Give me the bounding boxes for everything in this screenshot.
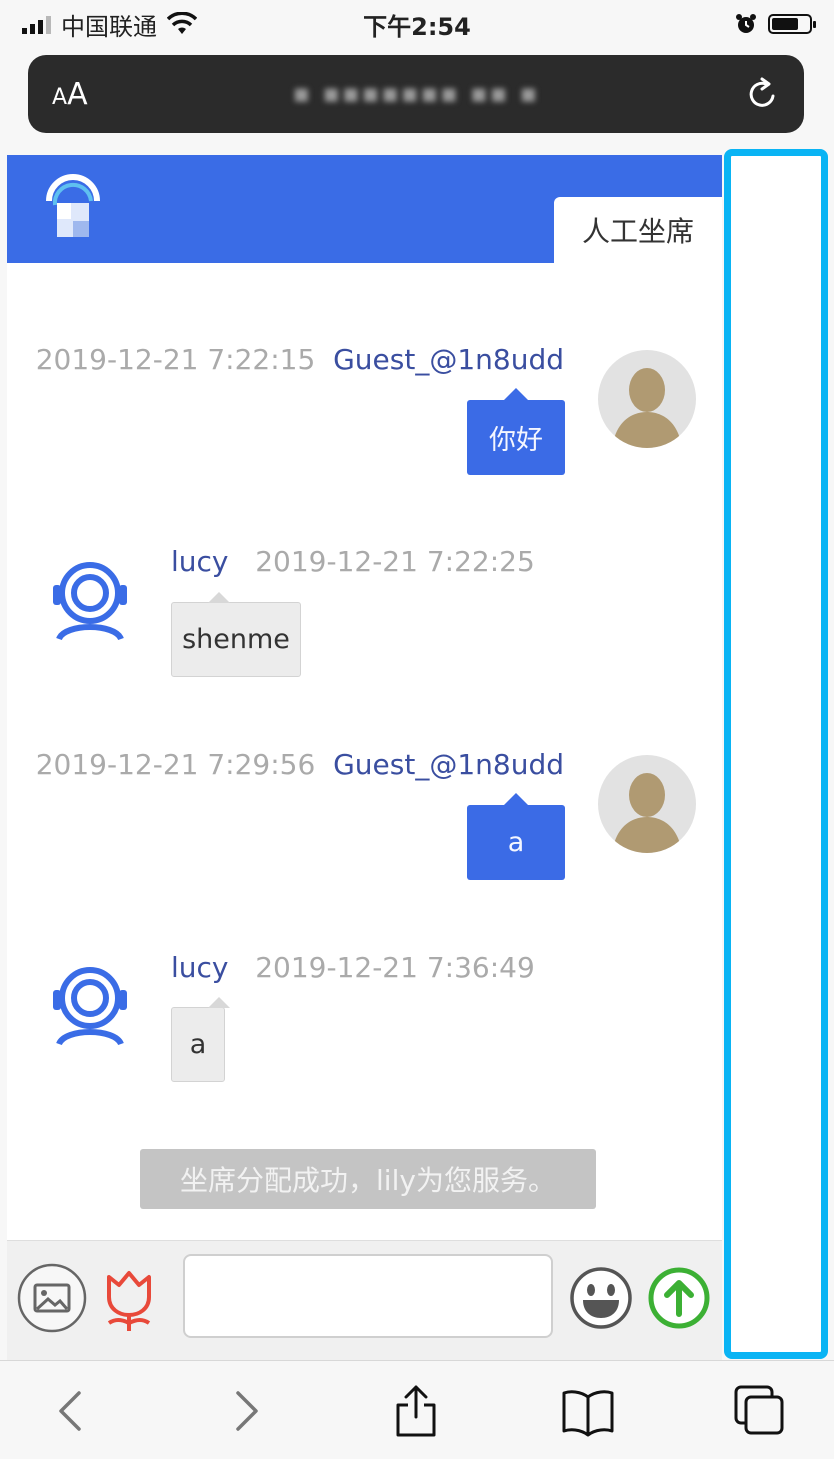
message-sender: Guest_@1n8udd [333, 343, 564, 376]
battery-icon [768, 14, 816, 34]
agent-avatar [53, 562, 127, 641]
system-notice: 坐席分配成功，lily为您服务。 [140, 1149, 596, 1209]
logo-icon [46, 174, 100, 237]
message-sender: lucy [171, 951, 229, 984]
text-size-button[interactable]: AA [52, 77, 88, 112]
status-left: 中国联通 [22, 7, 197, 42]
bookmarks-icon[interactable] [560, 1383, 616, 1439]
flower-icon[interactable] [93, 1263, 165, 1335]
browser-toolbar [0, 1360, 834, 1459]
emoji-icon[interactable] [569, 1266, 633, 1330]
tab-human-agent[interactable]: 人工坐席 [554, 197, 722, 263]
alarm-icon [736, 14, 756, 33]
message-input[interactable] [183, 1254, 553, 1338]
highlighted-side-panel [724, 149, 828, 1359]
reload-icon[interactable] [744, 76, 780, 112]
agent-avatar [53, 967, 127, 1046]
chat-input-bar [7, 1240, 722, 1360]
image-icon[interactable] [17, 1263, 87, 1333]
message-meta: lucy 2019-12-21 7:22:25 [171, 545, 535, 578]
signal-icon [22, 14, 51, 34]
status-bar: 中国联通 下午2:54 [0, 0, 834, 48]
message-meta: 2019-12-21 7:29:56 Guest_@1n8udd [36, 748, 564, 781]
carrier-name: 中国联通 [61, 12, 157, 41]
chat-page: 人工坐席 2019-12-21 7:22:15 Guest_@1n8udd 你好… [7, 155, 722, 1360]
message-bubble: a [171, 997, 230, 1082]
message-meta: lucy 2019-12-21 7:36:49 [171, 951, 535, 984]
message-time: 2019-12-21 7:22:15 [35, 343, 316, 376]
message-bubble: a [467, 793, 565, 880]
send-arrow-icon[interactable] [647, 1266, 711, 1330]
message-bubble: shenme [171, 592, 301, 677]
message-time: 2019-12-21 7:36:49 [255, 951, 535, 984]
tabs-icon[interactable] [732, 1383, 788, 1439]
guest-avatar [598, 755, 696, 853]
message-time: 2019-12-21 7:22:25 [255, 545, 535, 578]
message-sender: lucy [171, 545, 229, 578]
status-right [734, 12, 816, 36]
chat-header: 人工坐席 [7, 155, 722, 263]
back-chevron-icon[interactable] [45, 1383, 101, 1439]
url-text[interactable]: ▪ ▪▪▪▪▪▪▪ ▪▪ ▪ [292, 79, 539, 109]
guest-avatar [598, 350, 696, 448]
message-bubble: 你好 [467, 388, 565, 475]
url-bar[interactable]: AA ▪ ▪▪▪▪▪▪▪ ▪▪ ▪ [28, 55, 804, 133]
message-sender: Guest_@1n8udd [333, 748, 564, 781]
wifi-icon [167, 12, 197, 34]
message-time: 2019-12-21 7:29:56 [35, 748, 316, 781]
share-icon[interactable] [388, 1383, 444, 1439]
forward-chevron-icon[interactable] [216, 1383, 272, 1439]
message-meta: 2019-12-21 7:22:15 Guest_@1n8udd [36, 343, 564, 376]
